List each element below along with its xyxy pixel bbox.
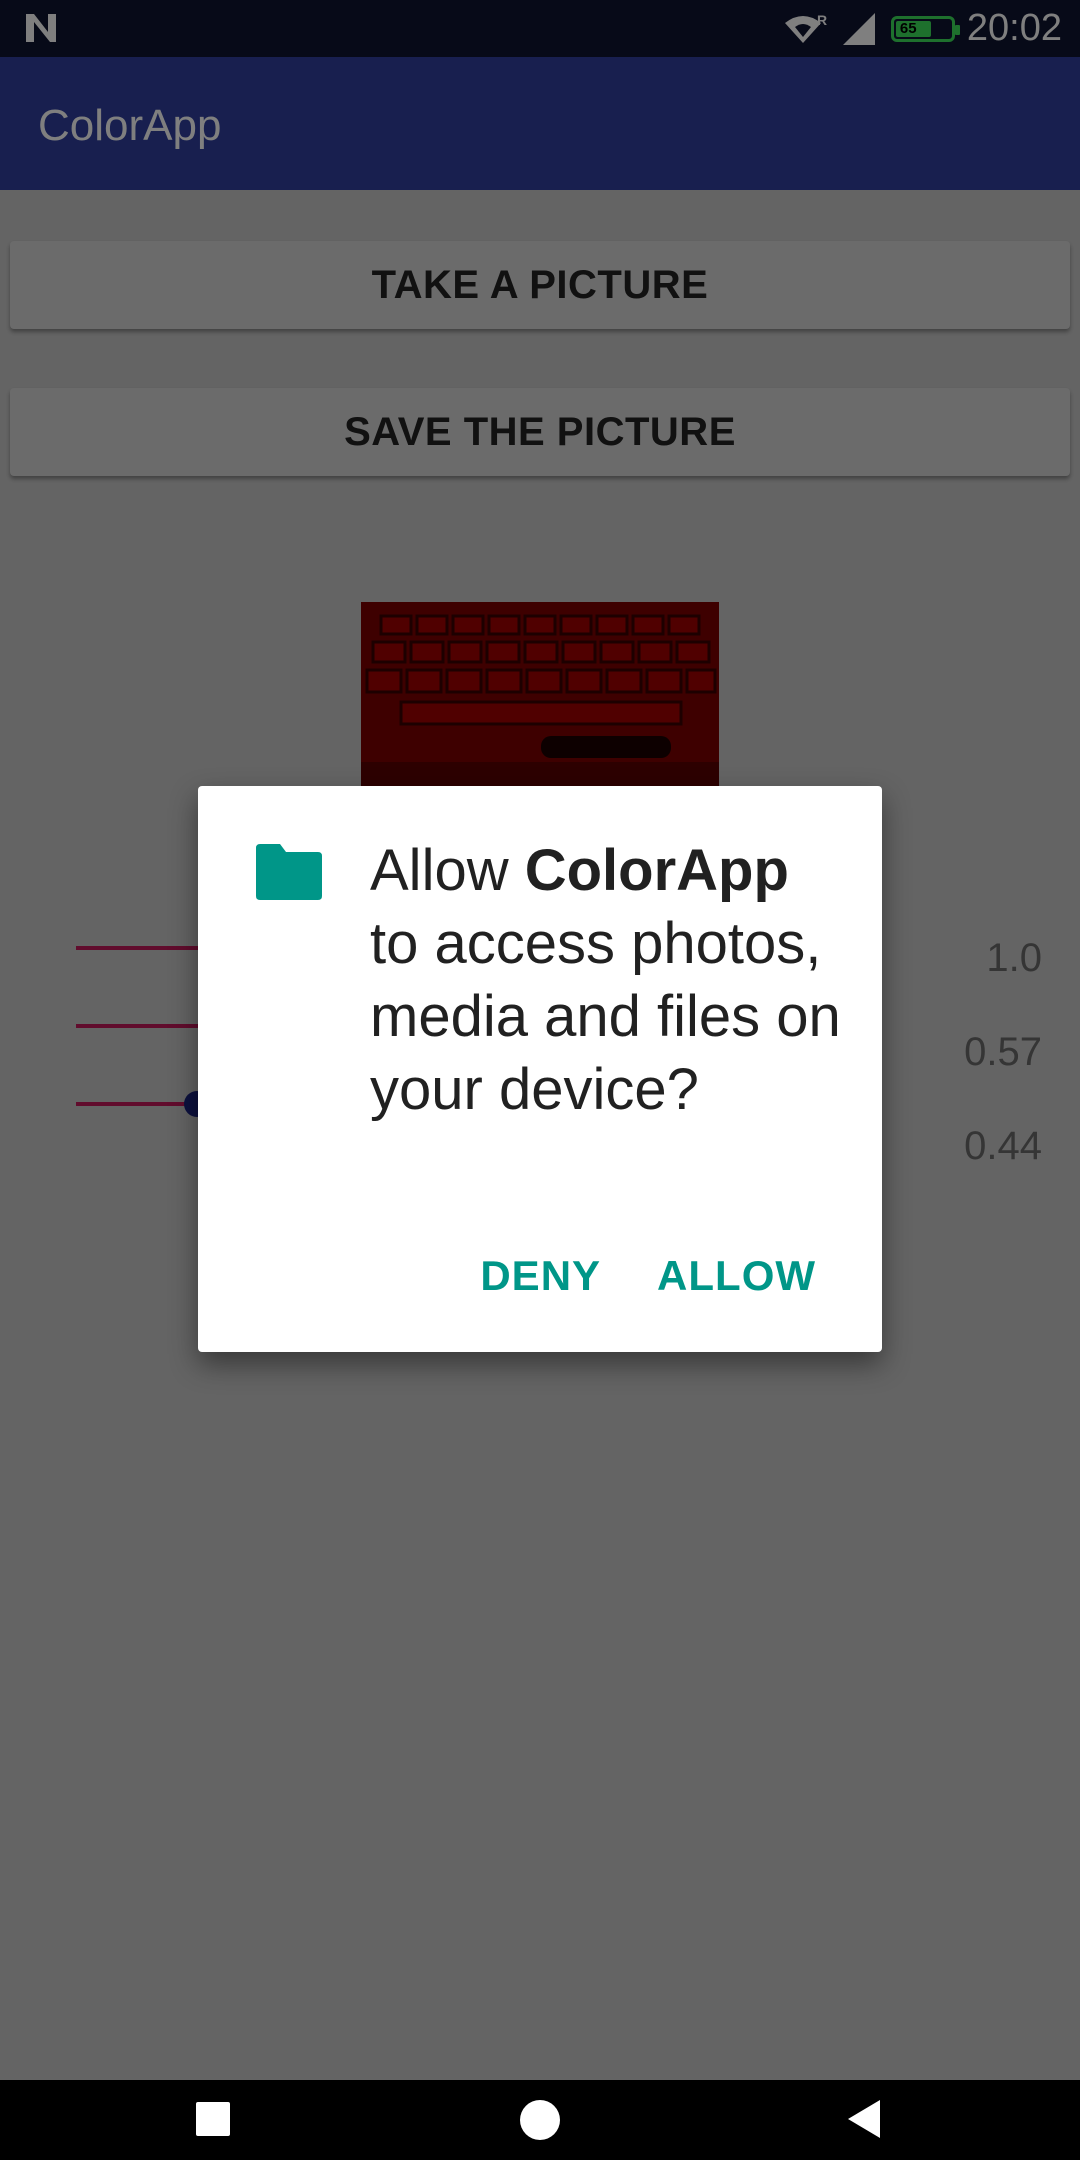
dialog-message-prefix: Allow <box>370 838 525 903</box>
dialog-app-name: ColorApp <box>524 838 789 903</box>
deny-button[interactable]: DENY <box>480 1252 601 1300</box>
dialog-message-suffix: to access photos, media and files on you… <box>370 911 841 1122</box>
allow-button[interactable]: ALLOW <box>657 1252 816 1300</box>
folder-icon <box>256 844 322 900</box>
home-button[interactable] <box>520 2100 560 2140</box>
dialog-message: Allow ColorApp to access photos, media a… <box>370 834 850 1126</box>
dialog-actions: DENY ALLOW <box>480 1252 816 1300</box>
back-button[interactable] <box>846 2098 882 2140</box>
permission-dialog: Allow ColorApp to access photos, media a… <box>198 786 882 1352</box>
recents-button[interactable] <box>196 2102 230 2136</box>
navigation-bar <box>0 2080 1080 2160</box>
